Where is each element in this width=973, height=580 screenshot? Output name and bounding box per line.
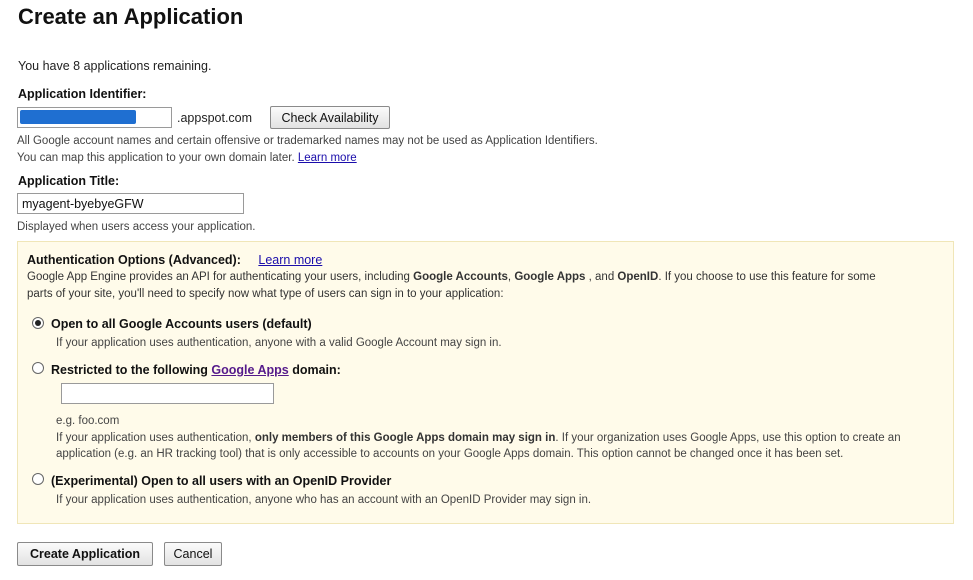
auth-description-line2: parts of your site, you'll need to speci… [27, 288, 504, 300]
option-google-apps-label: Restricted to the following Google Apps … [51, 363, 341, 377]
option-google-accounts-note: If your application uses authentication,… [56, 337, 502, 349]
auth-desc-google-apps: Google Apps [514, 271, 586, 283]
app-title-input[interactable] [17, 193, 244, 214]
auth-heading: Authentication Options (Advanced): Learn… [27, 253, 322, 267]
identifier-learn-more-link[interactable]: Learn more [298, 152, 357, 164]
radio-openid[interactable] [32, 473, 44, 485]
identifier-label: Application Identifier: [18, 87, 147, 101]
auth-desc-google-accounts: Google Accounts [413, 271, 508, 283]
option-openid-label[interactable]: (Experimental) Open to all users with an… [51, 474, 391, 488]
radio-google-apps-domain[interactable] [32, 362, 44, 374]
auth-learn-more-link[interactable]: Learn more [258, 253, 322, 267]
option-google-apps-label-text[interactable]: Restricted to the following [51, 363, 211, 377]
auth-desc-and: , and [585, 271, 618, 283]
domain-example-text: e.g. foo.com [56, 415, 120, 427]
app-title-label: Application Title: [18, 174, 120, 188]
auth-options-panel: Authentication Options (Advanced): Learn… [17, 241, 954, 524]
radio-google-accounts[interactable] [32, 317, 44, 329]
identifier-field-wrap [17, 107, 172, 128]
create-application-button[interactable]: Create Application [17, 542, 153, 566]
redacted-identifier-mask [20, 110, 136, 124]
google-apps-note-text: If your application uses authentication, [56, 432, 255, 444]
app-title-note: Displayed when users access your applica… [17, 221, 256, 233]
google-apps-note-bold: only members of this Google Apps domain … [254, 432, 556, 444]
auth-description-line1: Google App Engine provides an API for au… [27, 271, 876, 283]
option-openid-note: If your application uses authentication,… [56, 494, 592, 506]
option-google-accounts-label[interactable]: Open to all Google Accounts users (defau… [51, 317, 312, 331]
identifier-restriction-note: All Google account names and certain off… [17, 135, 598, 147]
auth-heading-text: Authentication Options (Advanced): [27, 253, 241, 267]
auth-desc-text: Google App Engine provides an API for au… [27, 271, 414, 283]
option-google-apps-label-tail[interactable]: domain: [289, 363, 341, 377]
auth-desc-tail: . If you choose to use this feature for … [658, 271, 876, 283]
appspot-suffix: .appspot.com [177, 111, 253, 125]
google-apps-note-tail: . If your organization uses Google Apps,… [555, 432, 901, 444]
check-availability-button[interactable]: Check Availability [270, 106, 390, 129]
cancel-button[interactable]: Cancel [164, 542, 222, 566]
page-title: Create an Application [18, 4, 244, 29]
remaining-count-text: You have 8 applications remaining. [18, 59, 212, 73]
domain-map-note: You can map this application to your own… [17, 152, 357, 164]
google-apps-domain-input[interactable] [61, 383, 274, 404]
auth-desc-openid: OpenID [617, 271, 659, 283]
google-apps-link[interactable]: Google Apps [211, 363, 288, 377]
domain-map-text: You can map this application to your own… [17, 152, 295, 164]
option-google-apps-note-line1: If your application uses authentication,… [56, 432, 901, 444]
option-google-apps-note-line2: application (e.g. an HR tracking tool) t… [56, 448, 844, 460]
